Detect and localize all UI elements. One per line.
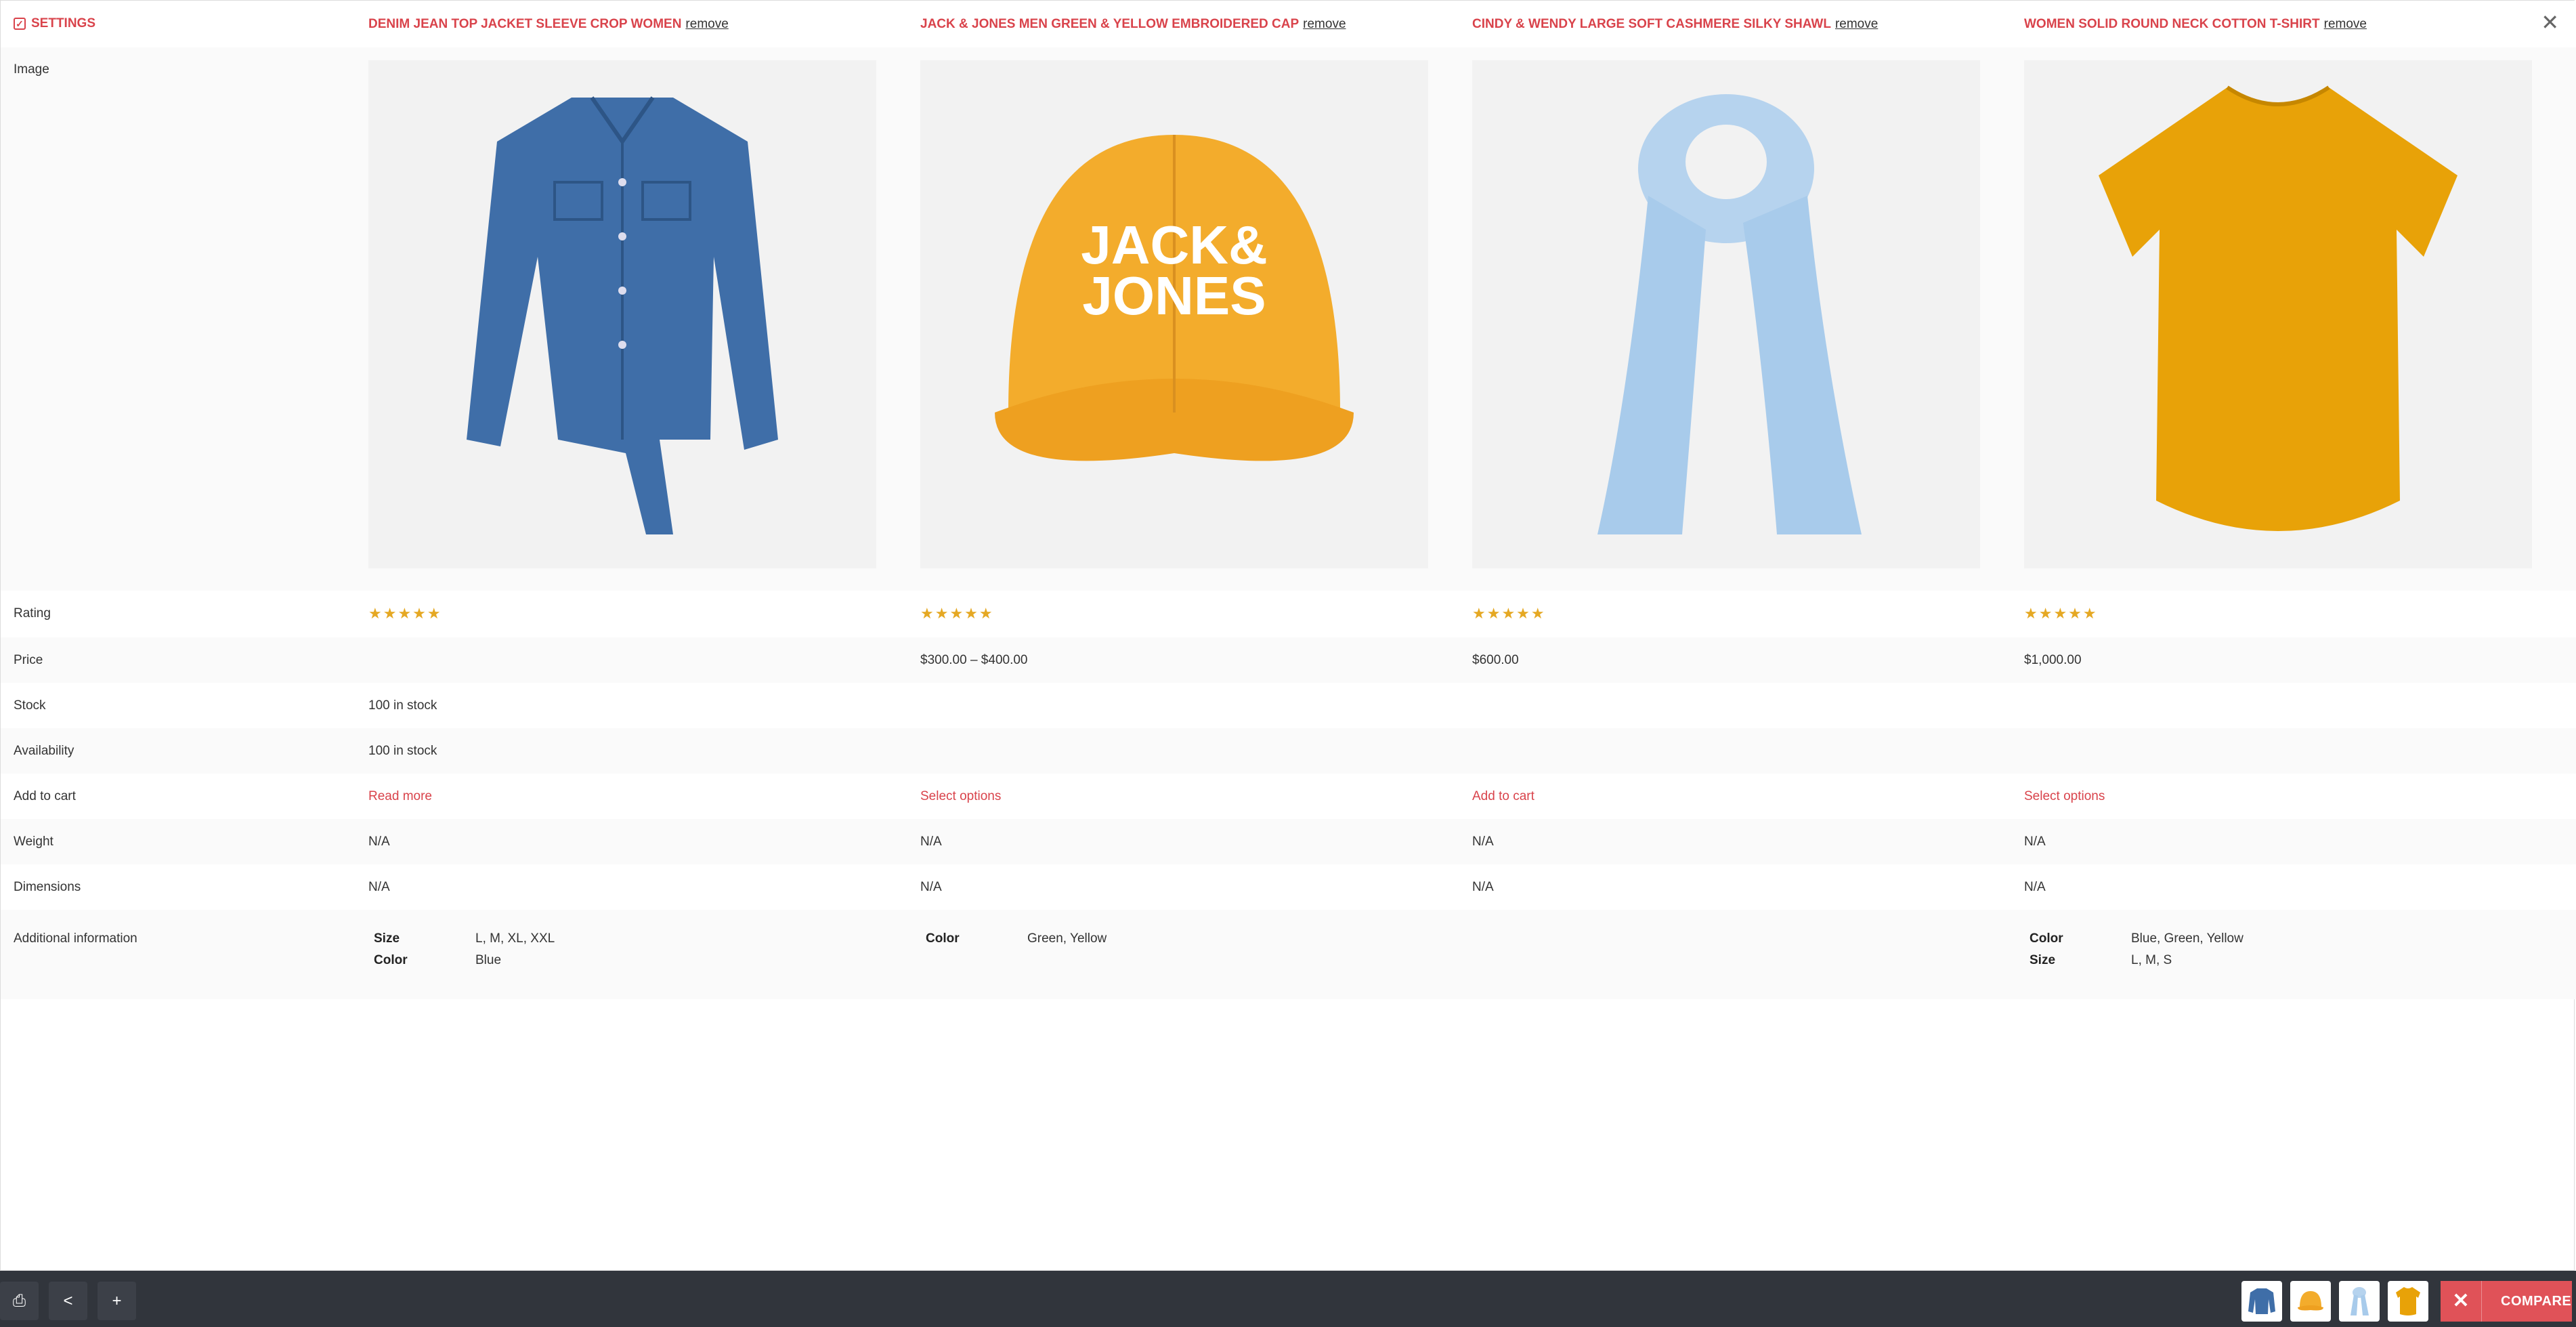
row-label-image: Image bbox=[1, 47, 368, 591]
product-name-link[interactable]: DENIM JEAN TOP JACKET SLEEVE CROP WOMEN bbox=[368, 17, 681, 31]
attribute-list: Size L, M, XL, XXL Color Blue bbox=[374, 931, 920, 968]
rating-stars: ★★★★★ bbox=[2024, 605, 2098, 622]
svg-text:JONES: JONES bbox=[1082, 266, 1266, 326]
read-more-link[interactable]: Read more bbox=[368, 789, 432, 803]
attr-key: Color bbox=[2030, 931, 2063, 946]
row-label-cart: Add to cart bbox=[1, 774, 368, 819]
select-options-link[interactable]: Select options bbox=[2024, 789, 2105, 803]
remove-link[interactable]: remove bbox=[2324, 17, 2367, 31]
stock-value: 100 in stock bbox=[368, 698, 437, 713]
attr-key: Color bbox=[374, 953, 408, 967]
settings-label: SETTINGS bbox=[31, 16, 96, 30]
row-label-price: Price bbox=[1, 637, 368, 683]
settings-button[interactable]: ✓ SETTINGS bbox=[1, 1, 368, 47]
dimensions-value: N/A bbox=[920, 880, 942, 894]
denim-shirt-image[interactable] bbox=[368, 60, 876, 568]
rating-stars: ★★★★★ bbox=[1472, 605, 1546, 622]
product-name-link[interactable]: JACK & JONES MEN GREEN & YELLOW EMBROIDE… bbox=[920, 17, 1299, 31]
row-label-rating: Rating bbox=[1, 591, 368, 637]
compare-label: COMPARE bbox=[2501, 1293, 2572, 1309]
product-header: CINDY & WENDY LARGE SOFT CASHMERE SILKY … bbox=[1472, 1, 2024, 47]
row-label-stock: Stock bbox=[1, 683, 368, 728]
thumb-denim-shirt[interactable] bbox=[2241, 1281, 2282, 1322]
compare-button[interactable]: ✕ COMPARE bbox=[2441, 1281, 2572, 1322]
availability-value: 100 in stock bbox=[368, 744, 437, 758]
share-icon[interactable]: < bbox=[49, 1282, 87, 1320]
attr-value: L, M, S bbox=[2131, 953, 2172, 967]
product-name-link[interactable]: CINDY & WENDY LARGE SOFT CASHMERE SILKY … bbox=[1472, 17, 1831, 31]
product-name-link[interactable]: WOMEN SOLID ROUND NECK COTTON T-SHIRT bbox=[2024, 17, 2320, 31]
yellow-cap-image[interactable]: JACK& JONES bbox=[920, 60, 1428, 568]
row-label-additional: Additional information bbox=[1, 910, 368, 999]
attribute-list: Color Blue, Green, Yellow Size L, M, S bbox=[2030, 931, 2576, 968]
weight-value: N/A bbox=[2024, 835, 2046, 849]
price-value: $300.00 – $400.00 bbox=[920, 653, 1028, 667]
weight-value: N/A bbox=[1472, 835, 1494, 849]
weight-value: N/A bbox=[920, 835, 942, 849]
dimensions-value: N/A bbox=[2024, 880, 2046, 894]
product-header: WOMEN SOLID ROUND NECK COTTON T-SHIRT rem… bbox=[2024, 1, 2576, 47]
product-header: DENIM JEAN TOP JACKET SLEEVE CROP WOMEN r… bbox=[368, 1, 920, 47]
price-value: $600.00 bbox=[1472, 653, 1519, 667]
compare-panel: ✓ SETTINGS DENIM JEAN TOP JACKET SLEEVE … bbox=[0, 0, 2576, 1271]
attr-value: Blue bbox=[475, 953, 502, 967]
close-icon[interactable]: ✕ bbox=[2541, 12, 2559, 33]
select-options-link[interactable]: Select options bbox=[920, 789, 1001, 803]
thumb-yellow-cap[interactable] bbox=[2290, 1281, 2331, 1322]
remove-link[interactable]: remove bbox=[685, 17, 728, 31]
checkbox-icon: ✓ bbox=[14, 18, 26, 30]
thumb-blue-shawl[interactable] bbox=[2339, 1281, 2380, 1322]
remove-link[interactable]: remove bbox=[1303, 17, 1346, 31]
compare-bar: ⎙ < + ✕ COMPARE bbox=[0, 1271, 2576, 1327]
row-label-availability: Availability bbox=[1, 728, 368, 774]
weight-value: N/A bbox=[368, 835, 390, 849]
dimensions-value: N/A bbox=[368, 880, 390, 894]
close-compare-icon[interactable]: ✕ bbox=[2441, 1281, 2482, 1322]
attr-value: Green, Yellow bbox=[1027, 931, 1107, 946]
rating-stars: ★★★★★ bbox=[920, 605, 994, 622]
attr-key: Size bbox=[2030, 953, 2056, 967]
row-label-weight: Weight bbox=[1, 819, 368, 864]
dimensions-value: N/A bbox=[1472, 880, 1494, 894]
attr-key: Color bbox=[926, 931, 960, 946]
thumb-yellow-tshirt[interactable] bbox=[2388, 1281, 2428, 1322]
blue-shawl-image[interactable] bbox=[1472, 60, 1980, 568]
attr-value: Blue, Green, Yellow bbox=[2131, 931, 2244, 946]
row-label-dimensions: Dimensions bbox=[1, 864, 368, 910]
attr-key: Size bbox=[374, 931, 400, 946]
compare-table: ✓ SETTINGS DENIM JEAN TOP JACKET SLEEVE … bbox=[1, 1, 2576, 999]
product-header: JACK & JONES MEN GREEN & YELLOW EMBROIDE… bbox=[920, 1, 1472, 47]
add-to-cart-link[interactable]: Add to cart bbox=[1472, 789, 1534, 803]
attr-value: L, M, XL, XXL bbox=[475, 931, 555, 946]
print-icon[interactable]: ⎙ bbox=[0, 1282, 39, 1320]
rating-stars: ★★★★★ bbox=[368, 605, 442, 622]
yellow-tshirt-image[interactable] bbox=[2024, 60, 2532, 568]
price-value: $1,000.00 bbox=[2024, 653, 2082, 667]
remove-link[interactable]: remove bbox=[1835, 17, 1878, 31]
plus-icon[interactable]: + bbox=[98, 1282, 136, 1320]
attribute-list: Color Green, Yellow bbox=[926, 931, 1472, 946]
